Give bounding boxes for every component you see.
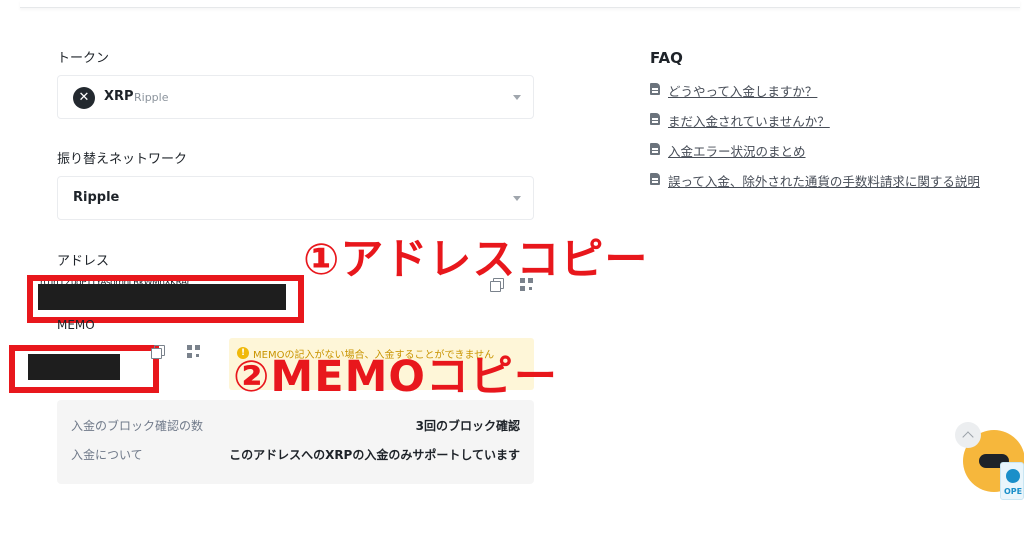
token-symbol: XRP [104, 89, 134, 104]
faq-link[interactable]: 誤って入金、除外された通貨の手数料請求に関する説明 [668, 171, 980, 190]
network-select[interactable]: Ripple [57, 176, 534, 220]
faq-link[interactable]: 入金エラー状況のまとめ [668, 141, 806, 160]
deposit-info-box: 入金のブロック確認の数 3回のブロック確認 入金について このアドレスへのXRP… [57, 400, 534, 484]
corner-badge[interactable]: OPE [1000, 462, 1024, 500]
faq-title: FAQ [650, 49, 683, 67]
faq-link[interactable]: どうやって入金しますか？ [668, 81, 817, 100]
annotation-copy-memo: ②MEMOコピー [233, 352, 558, 402]
address-highlight-box [27, 275, 304, 323]
badge-text: OPE [1004, 487, 1023, 496]
network-label: 振り替えネットワーク [57, 152, 188, 167]
scroll-to-top-button[interactable] [955, 422, 981, 448]
document-icon [650, 83, 660, 95]
memo-highlight-box [9, 345, 159, 393]
info-key-confirmations: 入金のブロック確認の数 [71, 419, 204, 433]
info-value-confirmations: 3回のブロック確認 [415, 419, 520, 433]
memo-label: MEMO [57, 318, 95, 332]
chevron-down-icon [513, 95, 521, 100]
badge-logo-icon [1006, 469, 1020, 483]
info-key-about: 入金について [71, 448, 143, 462]
memo-qr-icon[interactable] [187, 345, 200, 358]
top-header-bar [20, 0, 1020, 8]
document-icon [650, 143, 660, 155]
document-icon [650, 173, 660, 185]
xrp-logo-icon: ✕ [73, 87, 95, 109]
faq-link[interactable]: まだ入金されていませんか？ [668, 111, 830, 130]
annotation-copy-address: ①アドレスコピー [303, 235, 649, 285]
token-label: トークン [57, 51, 110, 66]
network-selected: Ripple [73, 190, 120, 205]
info-value-about: このアドレスへのXRPの入金のみサポートしています [229, 448, 520, 462]
chevron-down-icon [513, 196, 521, 201]
token-name: Ripple [134, 91, 169, 104]
address-label: アドレス [57, 254, 110, 269]
copy-memo-icon[interactable] [151, 345, 165, 359]
document-icon [650, 113, 660, 125]
token-select[interactable]: ✕ XRP Ripple [57, 75, 534, 119]
